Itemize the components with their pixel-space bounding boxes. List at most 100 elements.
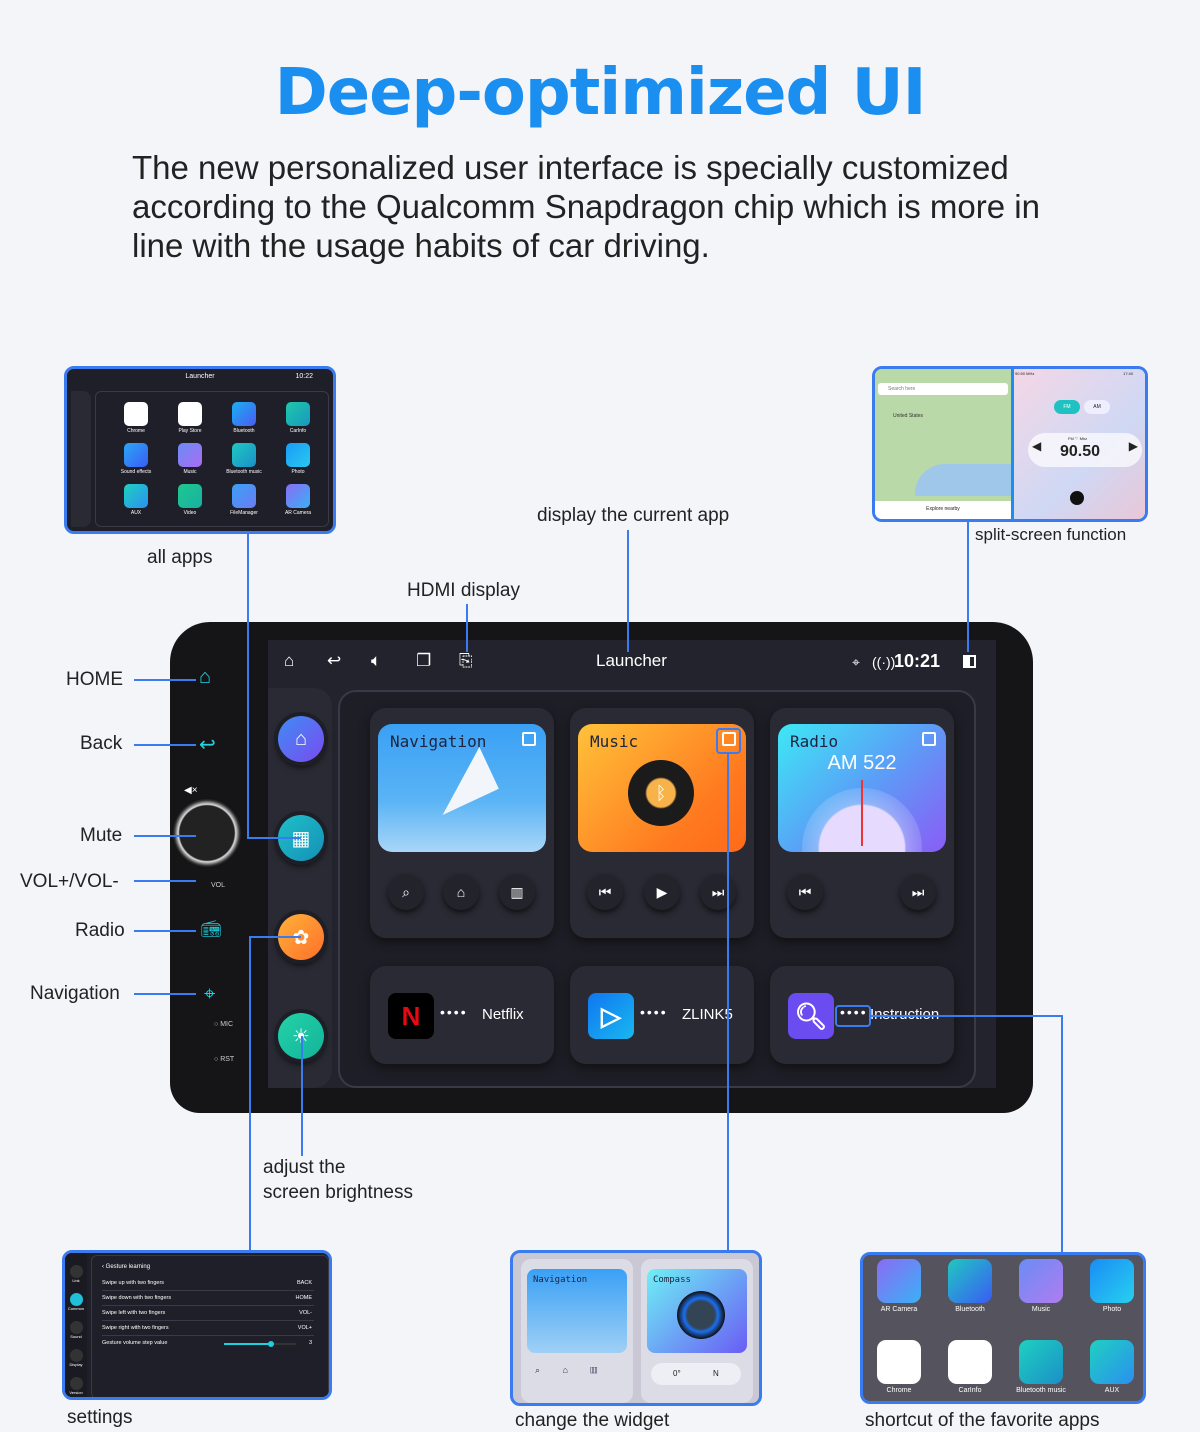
home-icon[interactable]: ⌂ bbox=[284, 651, 294, 671]
page-description: The new personalized user interface is s… bbox=[132, 149, 1040, 264]
thumb-time: 10:22 bbox=[295, 373, 313, 380]
compass-widget-option[interactable]: Compass 0° N bbox=[641, 1259, 753, 1403]
edit-icon[interactable] bbox=[522, 732, 536, 746]
settings-row[interactable]: Swipe up with two fingers BACK bbox=[102, 1276, 314, 1291]
app-icon bbox=[1019, 1340, 1063, 1384]
app-tile[interactable]: Bluetooth music bbox=[224, 443, 264, 475]
paper-plane-icon bbox=[423, 747, 499, 815]
settings-nav: Link Common Sound Display Version bbox=[65, 1253, 87, 1397]
callout-vol: VOL+/VOL- bbox=[20, 871, 119, 892]
prev-station-icon[interactable]: ◀ bbox=[1032, 439, 1041, 453]
app-label: AUX bbox=[1104, 1387, 1120, 1394]
rail-home-button[interactable]: ⌂ bbox=[278, 716, 324, 762]
settings-row[interactable]: Swipe left with two fingers VOL- bbox=[102, 1306, 314, 1321]
map-search-input[interactable]: Search here bbox=[878, 383, 1008, 395]
settings-nav-item[interactable]: Sound bbox=[67, 1321, 85, 1339]
nav-icon bbox=[69, 1293, 83, 1306]
settings-header[interactable]: ‹ Gesture learning bbox=[102, 1264, 150, 1270]
next-icon[interactable]: ⏭ bbox=[900, 874, 936, 910]
favorite-app[interactable]: CarInfo bbox=[940, 1340, 1000, 1394]
app-tile[interactable]: Photo bbox=[278, 443, 318, 475]
hw-navigation-icon[interactable]: ⌖ bbox=[204, 983, 215, 1006]
favorite-app[interactable]: Photo bbox=[1082, 1259, 1142, 1313]
settings-row[interactable]: Swipe right with two fingers VOL+ bbox=[102, 1321, 314, 1336]
app-tile[interactable]: Music bbox=[170, 443, 210, 475]
favorite-app[interactable]: AUX bbox=[1082, 1340, 1142, 1394]
favorite-app[interactable]: Bluetooth bbox=[940, 1259, 1000, 1313]
volume-knob[interactable] bbox=[172, 798, 242, 868]
previous-icon[interactable]: ⏮ bbox=[587, 874, 623, 910]
favorite-app[interactable]: Music bbox=[1011, 1259, 1071, 1313]
app-tile[interactable]: Video bbox=[170, 484, 210, 516]
mic-label: ○ MIC bbox=[214, 1021, 234, 1028]
settings-nav-item[interactable]: Common bbox=[67, 1293, 85, 1311]
edit-icon[interactable] bbox=[922, 732, 936, 746]
row-value: BACK bbox=[297, 1280, 312, 1286]
nav-widget-option[interactable]: Navigation ⌕ ⌂ ▥ bbox=[521, 1259, 633, 1403]
slider-thumb[interactable] bbox=[267, 1341, 274, 1347]
app-label: AR Camera bbox=[880, 1306, 918, 1313]
hw-back-icon[interactable]: ↩ bbox=[199, 732, 216, 757]
radio-widget[interactable]: Radio AM 522 ⏮ ⏭ bbox=[770, 708, 954, 938]
hdmi-icon[interactable]: ⎘ bbox=[459, 651, 473, 671]
hw-radio-icon[interactable]: 📻︎ bbox=[201, 919, 221, 939]
slider-track[interactable] bbox=[224, 1341, 296, 1347]
app-tile[interactable]: Sound effects bbox=[116, 443, 156, 475]
recent-apps-icon[interactable]: ❐ bbox=[416, 651, 431, 671]
split-screen-icon[interactable] bbox=[963, 655, 976, 668]
navigation-widget[interactable]: Navigation ⌕ ⌂ ▥ bbox=[370, 708, 554, 938]
dots: •••• bbox=[440, 1004, 468, 1020]
mic-text: MIC bbox=[220, 1021, 234, 1028]
app-name: ZLINK5 bbox=[682, 1006, 733, 1023]
callout-line bbox=[247, 837, 301, 839]
app-shortcut-netflix[interactable]: N •••• Netflix bbox=[370, 966, 554, 1064]
next-station-icon[interactable]: ▶ bbox=[1129, 439, 1138, 453]
explore-nearby[interactable]: Explore nearby bbox=[875, 501, 1011, 519]
favorite-app[interactable]: AR Camera bbox=[869, 1259, 929, 1313]
previous-icon[interactable]: ⏮ bbox=[787, 874, 823, 910]
search-icon[interactable]: ⌕ bbox=[388, 874, 424, 910]
callout-line bbox=[134, 993, 196, 995]
settings-nav-item[interactable]: Display bbox=[67, 1349, 85, 1367]
nav-icon bbox=[69, 1321, 83, 1334]
navigation-widget-art[interactable]: Navigation bbox=[378, 724, 546, 852]
favorite-app[interactable]: Chrome bbox=[869, 1340, 929, 1394]
building-icon[interactable]: ▥ bbox=[499, 874, 535, 910]
hw-home-icon[interactable]: ⌂ bbox=[199, 666, 211, 689]
rst-button[interactable]: ○ RST bbox=[214, 1056, 234, 1063]
home-icon[interactable]: ⌂ bbox=[443, 874, 479, 910]
settings-nav-item[interactable]: Link bbox=[67, 1265, 85, 1283]
settings-row[interactable]: Swipe down with two fingers HOME bbox=[102, 1291, 314, 1306]
fm-button[interactable]: FM bbox=[1054, 400, 1080, 414]
pause-icon[interactable] bbox=[1070, 491, 1084, 505]
back-icon[interactable]: ↩ bbox=[327, 651, 341, 671]
app-tile[interactable]: CarInfo bbox=[278, 402, 318, 434]
radio-widget-art[interactable]: Radio AM 522 bbox=[778, 724, 946, 852]
callout-settings: settings bbox=[67, 1407, 133, 1428]
app-tile[interactable]: Bluetooth bbox=[224, 402, 264, 434]
app-icon bbox=[178, 443, 202, 467]
callout-line bbox=[466, 604, 468, 652]
app-tile[interactable]: Play Store bbox=[170, 402, 210, 434]
app-label: Chrome bbox=[127, 428, 145, 434]
split-screen-thumbnail: Search here United States Explore nearby… bbox=[872, 366, 1148, 522]
nav-buttons[interactable]: ⌕ ⌂ ▥ bbox=[535, 1365, 597, 1376]
volume-icon[interactable]: 🔈︎ bbox=[371, 651, 381, 671]
app-label: AR Camera bbox=[284, 510, 312, 516]
favorite-app[interactable]: Bluetooth music bbox=[1011, 1340, 1071, 1394]
app-tile[interactable]: Chrome bbox=[116, 402, 156, 434]
row-value: HOME bbox=[295, 1295, 313, 1301]
compass-art: Compass bbox=[647, 1269, 747, 1353]
app-tile[interactable]: AUX bbox=[116, 484, 156, 516]
app-tile[interactable]: AR Camera bbox=[278, 484, 318, 516]
play-icon[interactable]: ▶ bbox=[644, 874, 680, 910]
widget-title: Navigation bbox=[390, 732, 487, 751]
hotspot-icon: ((·)) bbox=[872, 654, 896, 670]
next-icon[interactable]: ⏭ bbox=[700, 874, 736, 910]
highlight-box bbox=[716, 728, 741, 754]
app-icon bbox=[286, 443, 310, 467]
app-tile[interactable]: FileManager bbox=[224, 484, 264, 516]
am-button[interactable]: AM bbox=[1084, 400, 1110, 414]
compass-readout: 0° N bbox=[651, 1363, 741, 1385]
settings-nav-item[interactable]: Version bbox=[67, 1377, 85, 1395]
